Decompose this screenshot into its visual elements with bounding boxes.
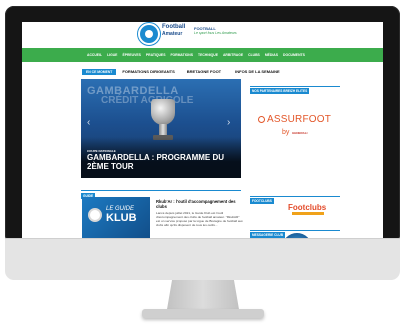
hero-slider[interactable]: GAMBARDELLA CRÉDIT AGRICOLE ‹ › COUPE NA… bbox=[81, 79, 241, 178]
site-logo-icon[interactable] bbox=[138, 23, 160, 45]
article-title[interactable]: Rkub'Ar : l'outil d'accompagnement des c… bbox=[156, 199, 244, 209]
main-nav: ACCUEIL LIGUE ÉPREUVES PRATIQUES FORMATI… bbox=[22, 48, 383, 62]
footclubs-heading-label: FOOTCLUBS bbox=[250, 198, 274, 204]
assurfoot-badge-icon bbox=[258, 116, 265, 123]
assurfoot-text: ASSURFOOT bbox=[267, 114, 332, 125]
brand-line-2: Amateur bbox=[162, 31, 183, 37]
football-icon bbox=[88, 208, 102, 222]
hero-title[interactable]: GAMBARDELLA : PROGRAMME DU 2ÈME TOUR bbox=[87, 153, 239, 171]
site-header: Football Amateur FOOTBALL Le sport fous … bbox=[22, 22, 383, 47]
website-screen: Football Amateur FOOTBALL Le sport fous … bbox=[22, 22, 383, 238]
monitor-stand-neck bbox=[166, 280, 240, 310]
guide-image-klub: KLUB bbox=[106, 212, 137, 224]
hero-banner-subtext: CRÉDIT AGRICOLE bbox=[101, 95, 194, 106]
chevron-right-icon[interactable]: › bbox=[227, 117, 230, 128]
news-ticker: EN CE MOMENT FORMATIONS DIRIGEANTS BRETA… bbox=[82, 68, 280, 75]
nav-item-epreuves[interactable]: ÉPREUVES bbox=[122, 53, 140, 57]
partners-heading: NOS PARTENAIRES BREIZH ELITES bbox=[250, 79, 340, 94]
nav-item-accueil[interactable]: ACCUEIL bbox=[87, 53, 102, 57]
article-excerpt: Lancé depuis juillet 2021, le Guide Klub… bbox=[156, 211, 243, 227]
globe-icon[interactable] bbox=[282, 233, 312, 238]
nav-item-clubs[interactable]: CLUBS bbox=[248, 53, 260, 57]
nav-item-medias[interactable]: MÉDIAS bbox=[265, 53, 278, 57]
monitor-chin bbox=[5, 238, 400, 280]
nav-item-technique[interactable]: TECHNIQUE bbox=[198, 53, 218, 57]
trophy-image bbox=[151, 99, 175, 125]
partners-heading-label: NOS PARTENAIRES BREIZH ELITES bbox=[250, 88, 310, 94]
generali-text: GENERALI bbox=[292, 131, 308, 135]
nav-item-arbitrage[interactable]: ARBITRAGE bbox=[223, 53, 243, 57]
assurfoot-logo[interactable]: ASSURFOOT bbox=[258, 114, 331, 125]
guide-section-heading: GUIDE bbox=[81, 184, 241, 199]
brand-line-1: Football bbox=[162, 24, 186, 30]
nav-item-formations[interactable]: FORMATIONS bbox=[170, 53, 193, 57]
guide-klub-image[interactable]: LE GUIDE KLUB bbox=[82, 197, 150, 238]
site-tagline: Le sport fous Les Amateurs bbox=[194, 31, 237, 35]
footclubs-logo[interactable]: Footclubs bbox=[288, 203, 326, 212]
ticker-item[interactable]: FORMATIONS DIRIGEANTS bbox=[122, 69, 174, 74]
chevron-left-icon[interactable]: ‹ bbox=[87, 117, 90, 128]
monitor-stand-base bbox=[142, 309, 264, 318]
footclubs-underline bbox=[292, 212, 324, 215]
ticker-tag: EN CE MOMENT bbox=[82, 68, 117, 75]
ticker-item[interactable]: INFOS DE LA SEMAINE bbox=[235, 69, 280, 74]
ticker-item[interactable]: BRETAGNE FOOT bbox=[187, 69, 221, 74]
nav-item-pratiques[interactable]: PRATIQUES bbox=[146, 53, 166, 57]
footclubs-heading: FOOTCLUBS bbox=[250, 189, 340, 204]
nav-item-ligue[interactable]: LIGUE bbox=[107, 53, 117, 57]
messagerie-heading-label: MESSAGERIE CLUB bbox=[250, 232, 285, 238]
messagerie-heading: MESSAGERIE CLUB bbox=[250, 223, 340, 238]
nav-item-documents[interactable]: DOCUMENTS bbox=[283, 53, 305, 57]
assurfoot-by: by bbox=[282, 129, 290, 136]
